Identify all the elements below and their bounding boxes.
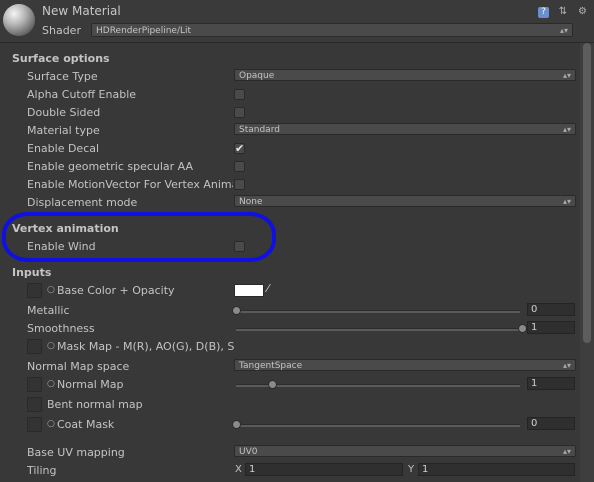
chevron-down-icon: ▴▾ [562,125,571,134]
mask-map-label: Mask Map - M(R), AO(G), D(B), S [57,340,235,353]
object-picker-icon[interactable]: ○ [47,285,55,295]
shader-dropdown[interactable]: HDRenderPipeline/Lit ▴▾ [91,23,573,37]
gear-icon[interactable]: ⚙ [577,6,588,17]
section-inputs[interactable]: Inputs [12,266,51,279]
normal-map-space-label: Normal Map space [27,360,130,373]
smoothness-slider[interactable] [236,328,520,331]
section-vertex-animation[interactable]: Vertex animation [12,222,119,235]
normal-map-texture-slot[interactable] [27,377,42,392]
surface-type-label: Surface Type [27,70,98,83]
displacement-mode-label: Displacement mode [27,196,138,209]
coat-mask-label: Coat Mask [57,418,115,431]
annotation-circle [2,212,276,262]
eyedropper-icon[interactable]: ⁄ [267,282,269,295]
mask-map-texture-slot[interactable] [27,339,42,354]
normal-map-space-dropdown[interactable]: TangentSpace ▴▾ [234,359,576,371]
header-icons: ? ⇅ ⚙ [533,4,588,18]
object-picker-icon[interactable]: ○ [47,341,55,351]
preset-icon[interactable]: ⇅ [558,6,569,17]
scrollbar-thumb[interactable] [583,43,591,343]
chevron-down-icon: ▴▾ [562,197,571,206]
tiling-y-label: Y [408,464,415,475]
surface-type-value: Opaque [239,71,275,81]
tiling-y-field[interactable]: 1 [418,463,575,476]
tiling-label: Tiling [27,464,57,477]
material-type-dropdown[interactable]: Standard ▴▾ [234,123,576,135]
enable-wind-label: Enable Wind [27,240,96,253]
coat-mask-slider[interactable] [236,424,520,427]
coat-mask-texture-slot[interactable] [27,417,42,432]
normal-map-label: Normal Map [57,378,124,391]
enable-decal-checkbox[interactable]: ✔ [234,143,245,154]
shader-value: HDRenderPipeline/Lit [96,26,192,36]
base-color-label: Base Color + Opacity [57,284,175,297]
material-type-value: Standard [239,125,280,135]
coat-mask-value-field[interactable]: 0 [527,417,575,430]
base-uv-mapping-label: Base UV mapping [27,446,125,459]
base-color-texture-slot[interactable] [27,283,42,298]
enable-decal-label: Enable Decal [27,142,100,155]
enable-wind-checkbox[interactable] [234,241,245,252]
material-header: New Material Shader HDRenderPipeline/Lit… [0,0,594,42]
book-icon[interactable]: ? [538,7,549,18]
chevron-down-icon: ▴▾ [562,71,571,80]
smoothness-slider-thumb[interactable] [518,324,527,333]
bent-normal-map-label: Bent normal map [47,398,143,411]
surface-type-dropdown[interactable]: Opaque ▴▾ [234,69,576,81]
normal-map-slider-thumb[interactable] [267,380,277,389]
smoothness-value-field[interactable]: 1 [527,321,575,334]
vertical-scrollbar[interactable] [580,43,594,482]
coat-mask-slider-thumb[interactable] [232,420,241,429]
header-divider [0,42,594,43]
base-uv-mapping-value: UV0 [239,447,258,457]
motion-vector-checkbox[interactable] [234,179,245,190]
displacement-mode-dropdown[interactable]: None ▴▾ [234,195,576,207]
double-sided-checkbox[interactable] [234,107,245,118]
metallic-slider[interactable] [236,310,520,313]
tiling-x-label: X [235,464,242,475]
alpha-cutoff-label: Alpha Cutoff Enable [27,88,137,101]
displacement-mode-value: None [239,197,263,207]
object-picker-icon[interactable]: ○ [47,379,55,389]
normal-map-slider[interactable] [236,384,520,387]
base-uv-mapping-dropdown[interactable]: UV0 ▴▾ [234,445,576,457]
geometric-aa-checkbox[interactable] [234,161,245,172]
metallic-slider-thumb[interactable] [232,306,241,315]
material-preview-sphere[interactable] [3,4,35,36]
metallic-value-field[interactable]: 0 [527,303,575,316]
geometric-aa-label: Enable geometric specular AA [27,160,194,173]
chevron-down-icon: ▴▾ [559,26,568,35]
tiling-x-field[interactable]: 1 [245,463,403,476]
object-picker-icon[interactable]: ○ [47,419,55,429]
bent-normal-map-texture-slot[interactable] [27,397,42,412]
motion-vector-label: Enable MotionVector For Vertex Animation [27,178,233,191]
chevron-down-icon: ▴▾ [562,447,571,456]
double-sided-label: Double Sided [27,106,101,119]
checkmark-icon: ✔ [235,142,245,155]
shader-label: Shader [42,24,81,37]
section-surface-options[interactable]: Surface options [12,52,110,65]
base-color-swatch[interactable] [234,284,264,297]
material-name: New Material [42,4,121,18]
alpha-cutoff-checkbox[interactable] [234,89,245,100]
chevron-down-icon: ▴▾ [562,361,571,370]
material-type-label: Material type [27,124,100,137]
smoothness-label: Smoothness [27,322,95,335]
normal-map-value-field[interactable]: 1 [527,377,575,390]
metallic-label: Metallic [27,304,70,317]
normal-map-space-value: TangentSpace [239,361,303,371]
